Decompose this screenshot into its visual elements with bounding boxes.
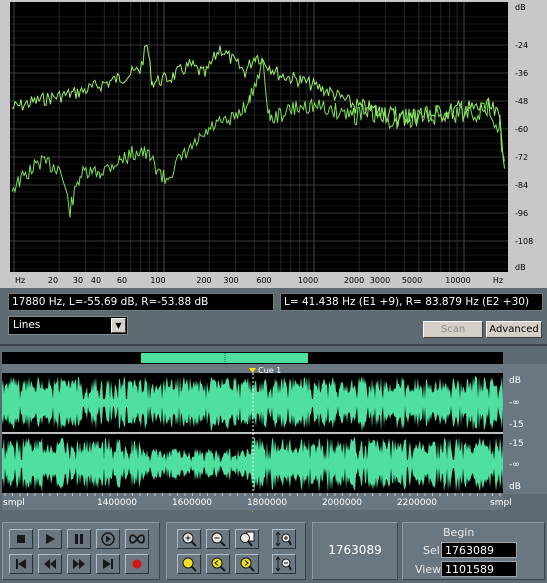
frequency-tick-label: 20 bbox=[48, 276, 58, 285]
scan-button[interactable]: Scan bbox=[423, 321, 483, 338]
marker-readout: L= 41.438 Hz (E1 +9), R= 83.879 Hz (E2 +… bbox=[280, 293, 543, 311]
zoom-in-icon bbox=[182, 532, 197, 547]
waveform-panel: Cue 1 dB -∞ -15 -15 -∞ dB smpl 1400000 160… bbox=[0, 352, 547, 517]
zoom-right-icon bbox=[240, 557, 255, 572]
stop-button[interactable] bbox=[9, 529, 33, 549]
play-button[interactable] bbox=[38, 529, 62, 549]
time-tick-label: 1600000 bbox=[172, 498, 212, 508]
cursor-readout: 17880 Hz, L=-55.69 dB, R=-53.88 dB bbox=[8, 293, 274, 311]
frequency-tick-label: 600 bbox=[256, 276, 271, 285]
frequency-tick-label: 2000 bbox=[344, 276, 364, 285]
zoom-left-edge-button[interactable] bbox=[206, 554, 230, 574]
time-tick-label: 2200000 bbox=[397, 498, 437, 508]
zoom-selection-icon bbox=[182, 557, 197, 572]
loop-icon bbox=[129, 534, 145, 544]
frequency-tick-label: 300 bbox=[223, 276, 238, 285]
go-to-end-button[interactable] bbox=[96, 554, 120, 574]
vertical-zoom-in-icon bbox=[276, 531, 292, 547]
spectrum-plot-area[interactable] bbox=[10, 2, 508, 272]
db-label: -15 bbox=[509, 439, 524, 449]
db-tick-label: dB bbox=[515, 263, 526, 272]
db-tick-label: -48 bbox=[515, 97, 528, 106]
stop-icon bbox=[17, 535, 25, 543]
divider bbox=[0, 344, 547, 346]
db-tick-label: -72 bbox=[515, 153, 528, 162]
db-tick-label: -36 bbox=[515, 69, 528, 78]
db-tick-label: -96 bbox=[515, 209, 528, 218]
transport-panel bbox=[2, 522, 160, 580]
advanced-button[interactable]: Advanced bbox=[486, 321, 542, 338]
chevron-down-icon[interactable]: ▼ bbox=[111, 318, 126, 333]
frequency-tick-label: 40 bbox=[91, 276, 101, 285]
frequency-tick-label: Hz bbox=[493, 276, 503, 285]
view-label: View bbox=[415, 563, 442, 576]
position-marker-icon[interactable] bbox=[249, 511, 256, 517]
zoom-in-button[interactable] bbox=[177, 529, 201, 549]
vertical-zoom-out-icon bbox=[276, 556, 292, 572]
zoom-full-button[interactable] bbox=[235, 529, 259, 549]
db-tick-label: -108 bbox=[515, 237, 533, 246]
play-to-end-icon bbox=[101, 532, 115, 546]
frequency-tick-label: 5000 bbox=[402, 276, 422, 285]
record-icon bbox=[132, 559, 142, 569]
db-label: -∞ bbox=[509, 398, 520, 408]
frequency-tick-label: 100 bbox=[150, 276, 165, 285]
zoom-to-selection-button[interactable] bbox=[177, 554, 201, 574]
time-tick-label: 2000000 bbox=[322, 498, 362, 508]
frequency-tick-label: 200 bbox=[196, 276, 211, 285]
zoom-panel bbox=[166, 522, 306, 580]
pause-icon bbox=[75, 534, 83, 544]
zoom-left-icon bbox=[211, 557, 226, 572]
rewind-button[interactable] bbox=[38, 554, 62, 574]
position-readout: 1763089 bbox=[328, 543, 382, 557]
play-icon bbox=[46, 534, 55, 544]
display-mode-value: Lines bbox=[13, 319, 41, 331]
frequency-tick-label: 1000 bbox=[298, 276, 318, 285]
spectrum-graph: dB -24 -36 -48 -60 -72 -84 -96 -108 dB Hz 20 30 40 60… bbox=[10, 2, 546, 286]
go-to-start-icon bbox=[16, 559, 26, 569]
rewind-icon bbox=[44, 559, 56, 569]
waveform-display[interactable]: Cue 1 dB -∞ -15 -15 -∞ dB smpl 1400000 160… bbox=[0, 352, 547, 517]
fast-forward-icon bbox=[73, 559, 85, 569]
time-tick-label: 1400000 bbox=[97, 498, 137, 508]
zoom-full-icon bbox=[240, 531, 255, 547]
zoom-out-button[interactable] bbox=[206, 529, 230, 549]
db-label: dB bbox=[509, 376, 521, 386]
pause-button[interactable] bbox=[67, 529, 91, 549]
display-mode-select[interactable]: Lines ▼ bbox=[8, 316, 128, 335]
time-tick-label: 1800000 bbox=[247, 498, 287, 508]
db-tick-label: -24 bbox=[515, 41, 528, 50]
db-label: -15 bbox=[509, 420, 524, 430]
time-tick-label: smpl bbox=[3, 498, 25, 508]
selection-panel: Begin Sel 1763089 View 1101589 bbox=[402, 522, 545, 580]
frequency-tick-label: 3000 bbox=[370, 276, 390, 285]
frequency-tick-label: 10000 bbox=[445, 276, 470, 285]
spectrum-panel: dB -24 -36 -48 -60 -72 -84 -96 -108 dB Hz 20 30 40 60… bbox=[0, 0, 547, 288]
zoom-right-edge-button[interactable] bbox=[235, 554, 259, 574]
go-to-start-button[interactable] bbox=[9, 554, 33, 574]
frequency-tick-label: 60 bbox=[117, 276, 127, 285]
position-panel: 1763089 bbox=[312, 522, 398, 580]
view-begin-field[interactable]: 1101589 bbox=[441, 561, 517, 577]
frequency-tick-label: 30 bbox=[73, 276, 83, 285]
loop-button[interactable] bbox=[125, 529, 149, 549]
go-to-end-icon bbox=[103, 559, 113, 569]
play-to-end-button[interactable] bbox=[96, 529, 120, 549]
db-label: dB bbox=[509, 482, 521, 492]
db-label: -∞ bbox=[509, 460, 520, 470]
vertical-zoom-in-button[interactable] bbox=[272, 529, 296, 549]
record-button[interactable] bbox=[125, 554, 149, 574]
vertical-zoom-out-button[interactable] bbox=[272, 554, 296, 574]
time-tick-label: smpl bbox=[490, 498, 512, 508]
frequency-tick-label: Hz bbox=[15, 276, 25, 285]
begin-label: Begin bbox=[443, 526, 475, 539]
db-tick-label: dB bbox=[515, 3, 526, 12]
fast-forward-button[interactable] bbox=[67, 554, 91, 574]
sel-label: Sel bbox=[423, 544, 440, 557]
zoom-out-icon bbox=[211, 532, 226, 547]
db-tick-label: -60 bbox=[515, 125, 528, 134]
selection-begin-field[interactable]: 1763089 bbox=[441, 542, 517, 558]
db-tick-label: -84 bbox=[515, 181, 528, 190]
